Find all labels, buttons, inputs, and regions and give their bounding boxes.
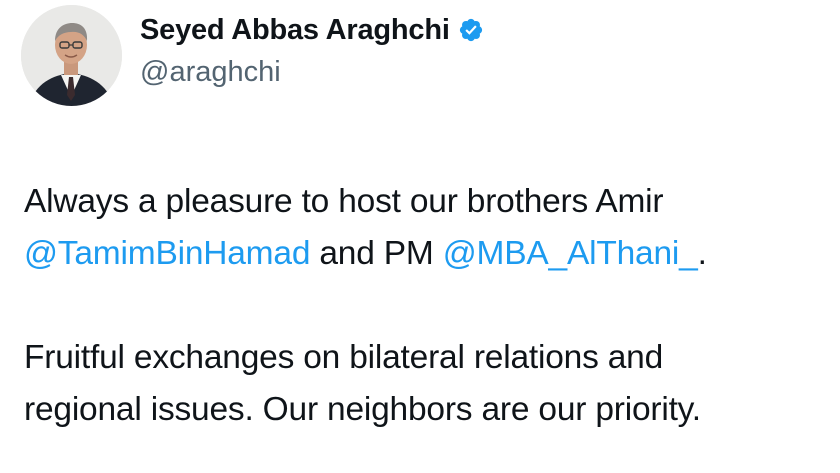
tweet-card: Seyed Abbas Araghchi @araghchi Always a … bbox=[0, 0, 840, 473]
tweet-line: Fruitful exchanges on bilateral relation… bbox=[24, 339, 664, 376]
author-avatar[interactable] bbox=[21, 5, 122, 106]
tweet-text: Always a pleasure to host our brothers A… bbox=[24, 176, 824, 436]
tweet-line: Always a pleasure to host our brothers A… bbox=[24, 183, 664, 220]
tweet-text-fragment: and PM bbox=[310, 235, 443, 272]
author-display-name[interactable]: Seyed Abbas Araghchi bbox=[140, 14, 450, 47]
tweet-text-fragment: . bbox=[697, 235, 707, 272]
author-name-row: Seyed Abbas Araghchi bbox=[140, 10, 484, 50]
tweet-line: regional issues. Our neighbors are our p… bbox=[24, 391, 701, 428]
avatar-photo-icon bbox=[21, 5, 122, 106]
mention-link[interactable]: @TamimBinHamad bbox=[24, 235, 310, 272]
tweet-line: @TamimBinHamad and PM @MBA_AlThani_. bbox=[24, 228, 824, 280]
verified-badge-icon[interactable] bbox=[458, 17, 484, 43]
mention-link[interactable]: @MBA_AlThani_ bbox=[443, 235, 698, 272]
author-handle[interactable]: @araghchi bbox=[140, 56, 281, 89]
